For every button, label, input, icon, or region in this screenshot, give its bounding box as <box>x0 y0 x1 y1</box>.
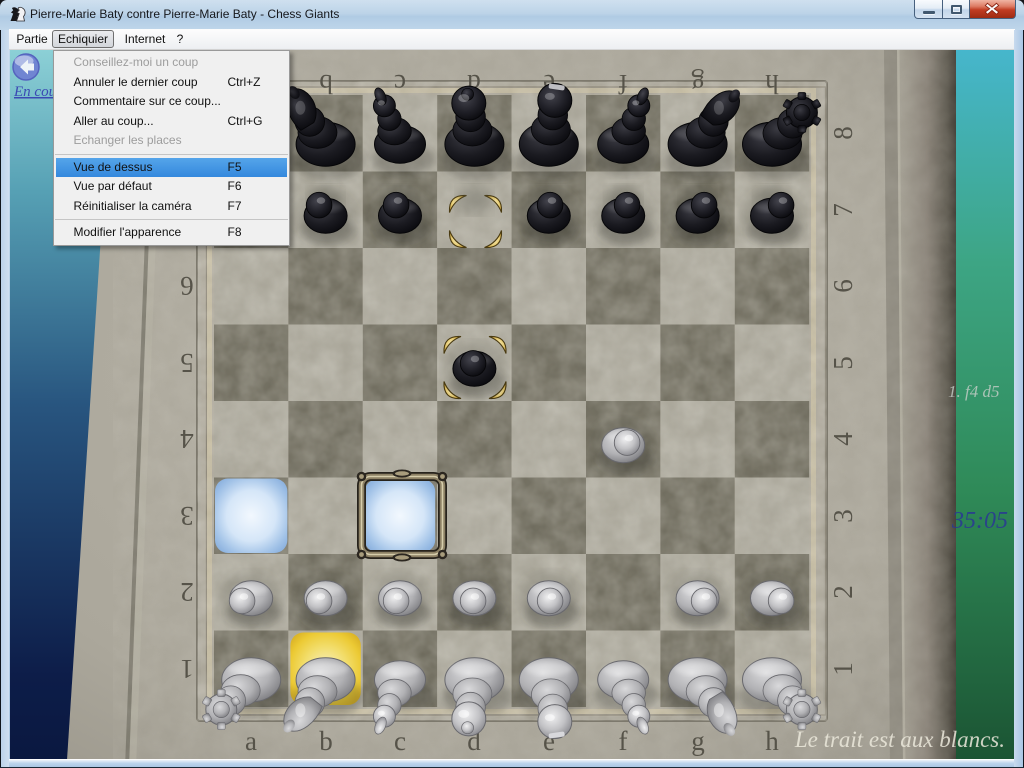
svg-text:2: 2 <box>828 585 858 599</box>
svg-text:1: 1 <box>828 662 858 676</box>
svg-text:1. f4 d5: 1. f4 d5 <box>948 382 999 401</box>
svg-text:h: h <box>765 726 779 756</box>
svg-text:6: 6 <box>180 271 194 301</box>
svg-text:3: 3 <box>180 501 194 531</box>
svg-text:2: 2 <box>180 577 194 607</box>
svg-text:5: 5 <box>180 348 194 378</box>
svg-text:b: b <box>319 726 333 756</box>
svg-text:b: b <box>319 69 333 99</box>
svg-text:8: 8 <box>828 126 858 140</box>
svg-text:f: f <box>619 69 628 99</box>
svg-text:35:05: 35:05 <box>951 508 1008 534</box>
svg-text:7: 7 <box>828 203 858 217</box>
svg-text:f: f <box>619 726 628 756</box>
svg-text:3: 3 <box>828 509 858 523</box>
svg-text:1: 1 <box>180 654 194 684</box>
svg-text:g: g <box>691 69 705 99</box>
svg-text:6: 6 <box>828 279 858 293</box>
svg-text:a: a <box>245 726 257 756</box>
svg-text:5: 5 <box>828 356 858 370</box>
svg-text:c: c <box>394 69 406 99</box>
svg-text:g: g <box>691 726 705 756</box>
svg-text:4: 4 <box>180 424 194 454</box>
svg-text:h: h <box>765 69 779 99</box>
svg-text:Le trait est aux blancs.: Le trait est aux blancs. <box>794 727 1005 752</box>
svg-text:c: c <box>394 726 406 756</box>
svg-text:4: 4 <box>828 432 858 446</box>
